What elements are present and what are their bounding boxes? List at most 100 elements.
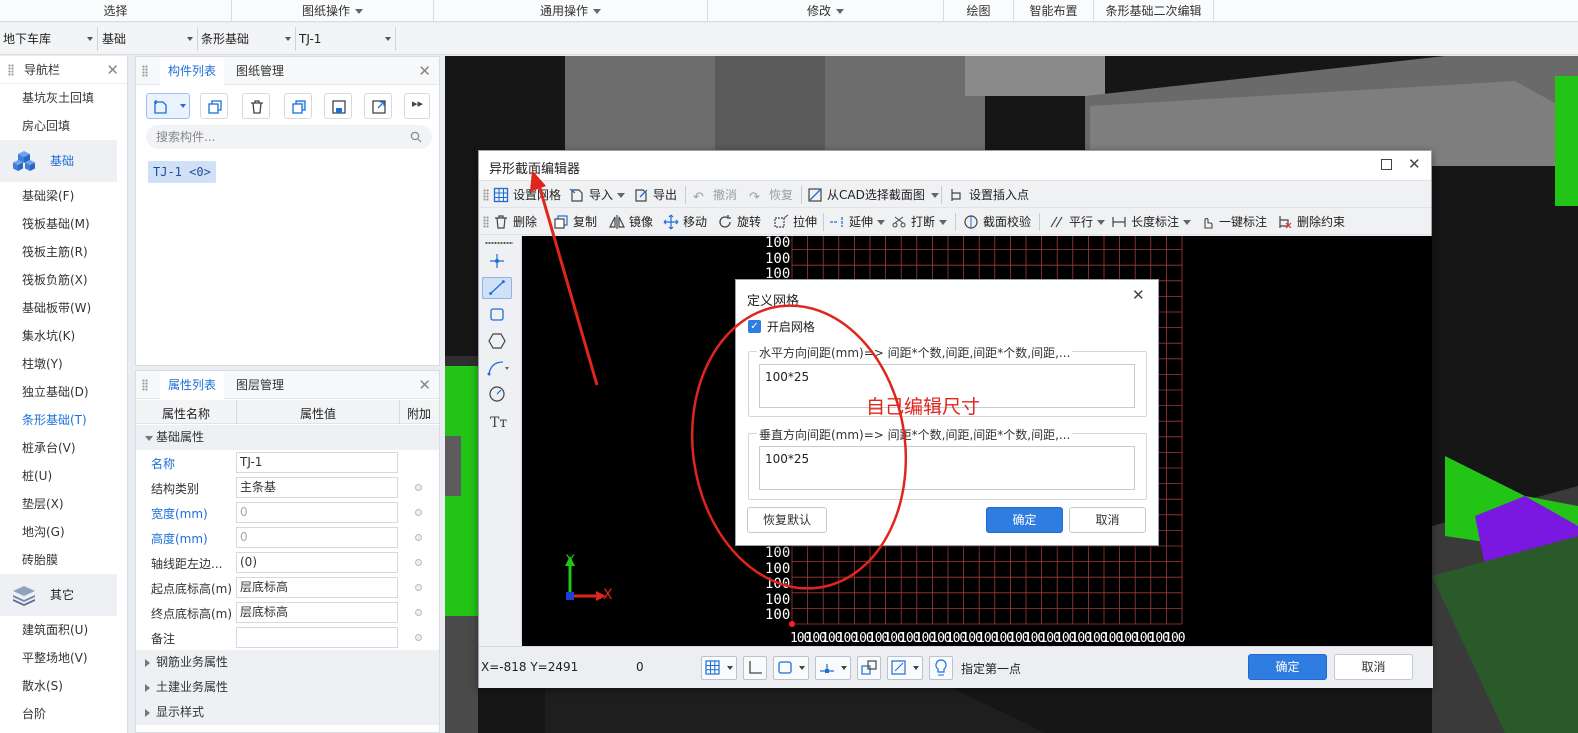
nav-item[interactable]: 散水(S)	[0, 672, 127, 700]
save-component-button[interactable]	[324, 93, 352, 119]
group-base-properties[interactable]: 基础属性	[136, 425, 439, 450]
break-button[interactable]: 打断	[891, 211, 948, 233]
more-button[interactable]: ▸▸	[404, 93, 430, 119]
menu-select[interactable]: 选择	[0, 0, 232, 22]
nav-item[interactable]: 筏板负筋(X)	[0, 266, 127, 294]
close-icon[interactable]: ✕	[418, 371, 431, 399]
menu-modify[interactable]: 修改	[708, 0, 944, 22]
delete-button[interactable]: 删除	[493, 211, 537, 233]
extend-button[interactable]: 延伸	[829, 211, 886, 233]
menu-strip-footing-edit[interactable]: 条形基础二次编辑	[1094, 0, 1214, 22]
dynamic-input-button[interactable]	[857, 656, 881, 680]
category-select[interactable]: 基础	[99, 27, 198, 51]
drag-grip-icon[interactable]	[485, 242, 513, 244]
copy-button[interactable]: 复制	[553, 211, 597, 233]
property-value-input[interactable]: 层底标高	[236, 602, 398, 623]
tab-drawing-manage[interactable]: 图纸管理	[228, 57, 292, 85]
nav-item[interactable]: 基础梁(F)	[0, 182, 127, 210]
property-value-input[interactable]: 0	[236, 527, 398, 548]
nav-item[interactable]: 桩(U)	[0, 462, 127, 490]
point-icon[interactable]	[482, 250, 512, 272]
menu-draw[interactable]: 绘图	[944, 0, 1014, 22]
circle-tool-icon[interactable]	[482, 383, 512, 405]
property-value-input[interactable]: 0	[236, 502, 398, 523]
close-icon[interactable]: ✕	[418, 57, 431, 85]
nav-item[interactable]: 平整场地(V)	[0, 644, 127, 672]
type-select[interactable]: 条形基础	[198, 27, 296, 51]
component-item-tj1[interactable]: TJ-1 <0>	[148, 161, 216, 183]
rotate-button[interactable]: 旋转	[717, 211, 761, 233]
nav-section-other[interactable]: 其它	[0, 574, 117, 616]
parallel-button[interactable]: 平行	[1049, 211, 1106, 233]
property-value-input[interactable]: TJ-1	[236, 452, 398, 473]
from-cad-button[interactable]: 从CAD选择截面图	[807, 184, 939, 206]
point-snap-button[interactable]	[815, 656, 851, 680]
group-rebar-properties[interactable]: 钢筋业务属性	[136, 650, 439, 675]
one-key-dim-button[interactable]: 一键标注	[1199, 211, 1267, 233]
arc-tool-icon[interactable]	[482, 357, 512, 379]
length-dim-button[interactable]: 长度标注	[1111, 211, 1192, 233]
grid-cancel-button[interactable]: 取消	[1069, 507, 1146, 533]
nav-section-foundation[interactable]: 基础	[0, 140, 117, 182]
component-search-input[interactable]: 搜索构件...	[146, 125, 432, 149]
stretch-button[interactable]: 拉伸	[773, 211, 817, 233]
new-component-button[interactable]	[146, 93, 190, 119]
nav-item[interactable]: 地沟(G)	[0, 518, 127, 546]
attach-checkbox[interactable]	[415, 559, 422, 566]
enable-grid-checkbox[interactable]: ✓ 开启网格	[748, 318, 815, 335]
component-select[interactable]: TJ-1	[296, 27, 396, 51]
group-display-style[interactable]: 显示样式	[136, 700, 439, 725]
attach-checkbox[interactable]	[415, 484, 422, 491]
polygon-tool-icon[interactable]	[482, 330, 512, 352]
property-value-input[interactable]	[236, 627, 398, 648]
drag-grip-icon[interactable]	[483, 189, 489, 201]
line-tool-icon[interactable]	[482, 277, 512, 299]
nav-item[interactable]: 独立基础(D)	[0, 378, 127, 406]
nav-item[interactable]: 房心回填	[0, 112, 127, 140]
nav-item[interactable]: 垫层(X)	[0, 490, 127, 518]
attach-checkbox[interactable]	[415, 509, 422, 516]
copy-component-button[interactable]	[200, 93, 228, 119]
property-value-input[interactable]: (0)	[236, 552, 398, 573]
close-icon[interactable]: ✕	[1132, 286, 1145, 304]
floor-select[interactable]: 地下车库	[0, 27, 98, 51]
delete-constraint-button[interactable]: 删除约束	[1277, 211, 1345, 233]
restore-default-button[interactable]: 恢复默认	[747, 507, 827, 533]
nav-item[interactable]: 筏板主筋(R)	[0, 238, 127, 266]
grid-toggle-button[interactable]	[701, 656, 737, 680]
tab-property-list[interactable]: 属性列表	[160, 371, 225, 399]
nav-item[interactable]: 基坑灰土回填	[0, 84, 127, 112]
grid-ok-button[interactable]: 确定	[986, 507, 1063, 533]
attach-checkbox[interactable]	[415, 534, 422, 541]
set-insert-point-button[interactable]: 设置插入点	[949, 184, 1029, 206]
nav-item[interactable]: 台阶	[0, 700, 127, 728]
nav-item[interactable]: 建筑面积(U)	[0, 616, 127, 644]
rectangle-tool-icon[interactable]	[482, 304, 512, 326]
nav-item[interactable]: 柱墩(Y)	[0, 350, 127, 378]
close-icon[interactable]: ✕	[106, 56, 119, 84]
menu-drawing-ops[interactable]: 图纸操作	[232, 0, 434, 22]
attach-checkbox[interactable]	[415, 609, 422, 616]
property-value-input[interactable]: 层底标高	[236, 577, 398, 598]
drag-grip-icon[interactable]	[8, 64, 14, 76]
nav-item[interactable]: 砖胎膜	[0, 546, 127, 574]
hint-toggle-button[interactable]	[929, 656, 953, 680]
vertical-spacing-input[interactable]: 100*25	[759, 446, 1135, 490]
nav-item-active[interactable]: 条形基础(T)	[0, 406, 127, 434]
tab-component-list[interactable]: 构件列表	[160, 57, 225, 85]
text-tool-icon[interactable]: Tт	[482, 410, 512, 432]
nav-item[interactable]: 集水坑(K)	[0, 322, 127, 350]
tab-layer-manage[interactable]: 图层管理	[228, 371, 292, 399]
menu-smart-layout[interactable]: 智能布置	[1014, 0, 1094, 22]
editor-ok-button[interactable]: 确定	[1248, 654, 1327, 680]
snap-toggle-button[interactable]	[773, 656, 809, 680]
polar-toggle-button[interactable]	[887, 656, 923, 680]
move-button[interactable]: 移动	[663, 211, 707, 233]
attach-checkbox[interactable]	[415, 634, 422, 641]
attach-checkbox[interactable]	[415, 584, 422, 591]
close-icon[interactable]: ✕	[1408, 155, 1421, 173]
editor-cancel-button[interactable]: 取消	[1334, 654, 1413, 680]
nav-item[interactable]: 筏板基础(M)	[0, 210, 127, 238]
maximize-icon[interactable]	[1381, 159, 1392, 170]
drag-grip-icon[interactable]	[142, 65, 148, 77]
